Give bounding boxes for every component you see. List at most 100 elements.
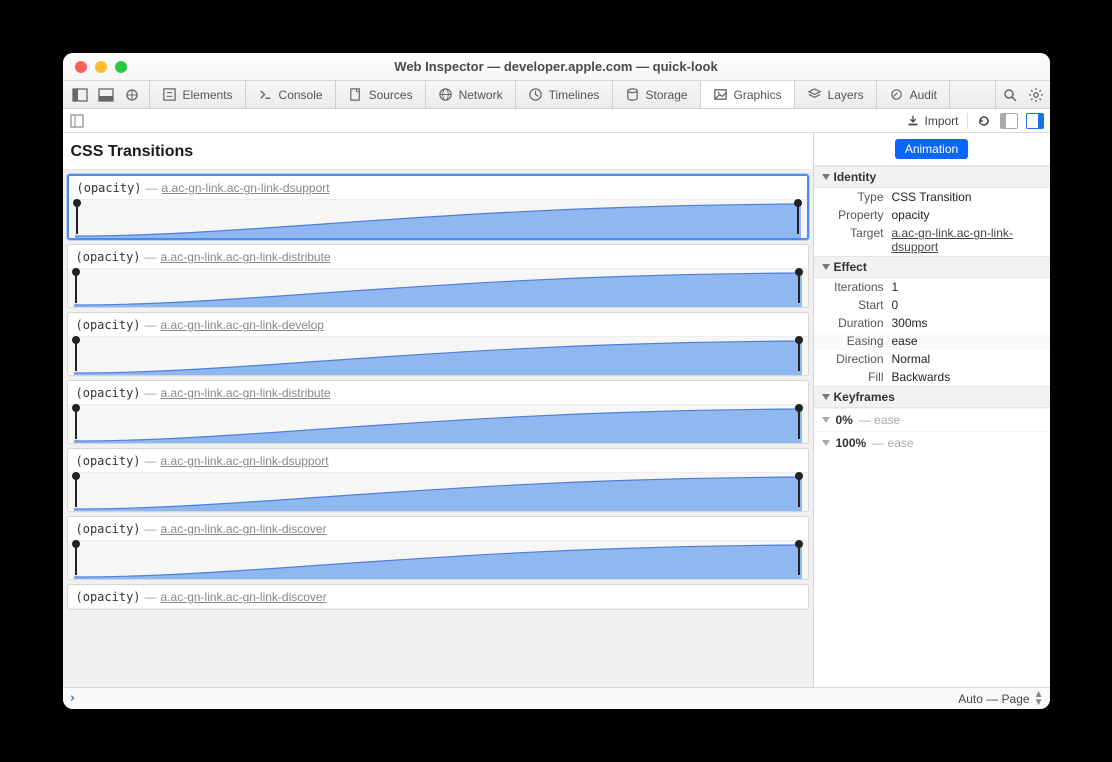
target-value[interactable]: a.ac-gn-link.ac-gn-link-dsupport — [892, 226, 1050, 254]
zoom-icon[interactable] — [115, 61, 127, 73]
end-marker-icon[interactable] — [798, 272, 800, 303]
console-prompt-icon[interactable]: › — [69, 691, 77, 706]
end-marker-icon[interactable] — [797, 203, 799, 234]
transition-property: (opacity) — [76, 522, 141, 536]
tab-network[interactable]: Network — [426, 81, 516, 108]
keyframes-header[interactable]: Keyframes — [814, 386, 1050, 408]
tab-graphics[interactable]: Graphics — [701, 81, 795, 108]
transition-target-link[interactable]: a.ac-gn-link.ac-gn-link-discover — [161, 522, 327, 536]
end-marker-icon[interactable] — [798, 340, 800, 371]
tab-storage[interactable]: Storage — [613, 81, 701, 108]
gear-icon[interactable] — [1028, 87, 1044, 103]
start-marker-icon[interactable] — [76, 203, 78, 234]
download-icon — [906, 114, 920, 128]
inspector-window: Web Inspector — developer.apple.com — qu… — [63, 53, 1050, 709]
easing-curve — [69, 200, 807, 238]
import-label: Import — [924, 114, 958, 128]
titlebar: Web Inspector — developer.apple.com — qu… — [63, 53, 1050, 81]
easing-curve — [68, 473, 808, 511]
transition-target-link[interactable]: a.ac-gn-link.ac-gn-link-distribute — [161, 250, 331, 264]
tab-label: Graphics — [734, 88, 782, 102]
iterations-value: 1 — [892, 280, 1050, 294]
search-icon[interactable] — [1002, 87, 1018, 103]
easing-curve — [68, 541, 808, 579]
end-marker-icon[interactable] — [798, 408, 800, 439]
start-key: Start — [814, 298, 892, 312]
sources-icon — [348, 87, 363, 102]
start-value: 0 — [892, 298, 1050, 312]
target-key: Target — [814, 226, 892, 254]
dock-bottom-icon[interactable] — [98, 87, 114, 103]
divider — [967, 113, 968, 129]
details-panel-left-icon[interactable] — [1000, 113, 1018, 129]
tab-elements[interactable]: Elements — [150, 81, 246, 108]
effect-header[interactable]: Effect — [814, 256, 1050, 278]
dock-side-icon[interactable] — [72, 87, 88, 103]
tab-label: Elements — [183, 88, 233, 102]
fill-value: Backwards — [892, 370, 1050, 384]
left-panel-toggle-icon[interactable] — [69, 113, 85, 129]
transition-target-link[interactable]: a.ac-gn-link.ac-gn-link-dsupport — [161, 454, 329, 468]
keyframe-row[interactable]: 100%— ease — [814, 431, 1050, 454]
start-marker-icon[interactable] — [75, 272, 77, 303]
transition-card[interactable]: (opacity)—a.ac-gn-link.ac-gn-link-distri… — [67, 380, 809, 444]
start-marker-icon[interactable] — [75, 544, 77, 575]
storage-icon — [625, 87, 640, 102]
end-marker-icon[interactable] — [798, 476, 800, 507]
transitions-list: CSS Transitions (opacity)—a.ac-gn-link.a… — [63, 133, 814, 687]
minimize-icon[interactable] — [95, 61, 107, 73]
type-value: CSS Transition — [892, 190, 1050, 204]
transition-target-link[interactable]: a.ac-gn-link.ac-gn-link-discover — [161, 590, 327, 604]
graphics-icon — [713, 87, 728, 102]
fill-key: Fill — [814, 370, 892, 384]
transition-target-link[interactable]: a.ac-gn-link.ac-gn-link-develop — [161, 318, 324, 332]
console-scope-selector[interactable]: Auto — Page ▲▼ — [958, 691, 1043, 707]
reload-icon[interactable] — [976, 113, 992, 129]
tab-audit[interactable]: Audit — [877, 81, 950, 108]
sidebar-tabs: Animation — [814, 133, 1050, 166]
tab-label: Console — [279, 88, 323, 102]
tab-console[interactable]: Console — [246, 81, 336, 108]
card-header: (opacity)—a.ac-gn-link.ac-gn-link-develo… — [68, 313, 808, 337]
close-icon[interactable] — [75, 61, 87, 73]
scope-label: Auto — Page — [958, 692, 1029, 706]
content-area: CSS Transitions (opacity)—a.ac-gn-link.a… — [63, 133, 1050, 687]
window-title: Web Inspector — developer.apple.com — qu… — [63, 59, 1050, 74]
console-icon — [258, 87, 273, 102]
card-header: (opacity)—a.ac-gn-link.ac-gn-link-dsuppo… — [69, 176, 807, 200]
traffic-lights — [75, 61, 127, 73]
start-marker-icon[interactable] — [75, 408, 77, 439]
transition-card[interactable]: (opacity)—a.ac-gn-link.ac-gn-link-discov… — [67, 584, 809, 610]
transition-target-link[interactable]: a.ac-gn-link.ac-gn-link-dsupport — [162, 181, 330, 195]
disclosure-icon — [822, 440, 830, 446]
transition-card[interactable]: (opacity)—a.ac-gn-link.ac-gn-link-discov… — [67, 516, 809, 580]
dock-popout-icon[interactable] — [124, 87, 140, 103]
keyframe-row[interactable]: 0%— ease — [814, 408, 1050, 431]
identity-header[interactable]: Identity — [814, 166, 1050, 188]
transition-card[interactable]: (opacity)—a.ac-gn-link.ac-gn-link-dsuppo… — [67, 448, 809, 512]
transition-card[interactable]: (opacity)—a.ac-gn-link.ac-gn-link-develo… — [67, 312, 809, 376]
easing-curve — [68, 337, 808, 375]
end-marker-icon[interactable] — [798, 544, 800, 575]
start-marker-icon[interactable] — [75, 340, 77, 371]
tab-timelines[interactable]: Timelines — [516, 81, 613, 108]
transition-card[interactable]: (opacity)—a.ac-gn-link.ac-gn-link-dsuppo… — [67, 174, 809, 240]
console-footer: › Auto — Page ▲▼ — [63, 687, 1050, 709]
start-marker-icon[interactable] — [75, 476, 77, 507]
transition-property: (opacity) — [76, 318, 141, 332]
transition-card[interactable]: (opacity)—a.ac-gn-link.ac-gn-link-distri… — [67, 244, 809, 308]
animation-pill[interactable]: Animation — [895, 139, 968, 159]
tab-label: Timelines — [549, 88, 600, 102]
elements-icon — [162, 87, 177, 102]
dock-controls — [63, 81, 150, 108]
tab-sources[interactable]: Sources — [336, 81, 426, 108]
details-panel-right-icon[interactable] — [1026, 113, 1044, 129]
tab-layers[interactable]: Layers — [795, 81, 877, 108]
transition-target-link[interactable]: a.ac-gn-link.ac-gn-link-distribute — [161, 386, 331, 400]
easing-value[interactable]: ease — [892, 334, 1050, 348]
import-button[interactable]: Import — [906, 114, 958, 128]
tab-label: Network — [459, 88, 503, 102]
duration-value: 300ms — [892, 316, 1050, 330]
tabbar-right — [995, 81, 1050, 108]
layers-icon — [807, 87, 822, 102]
